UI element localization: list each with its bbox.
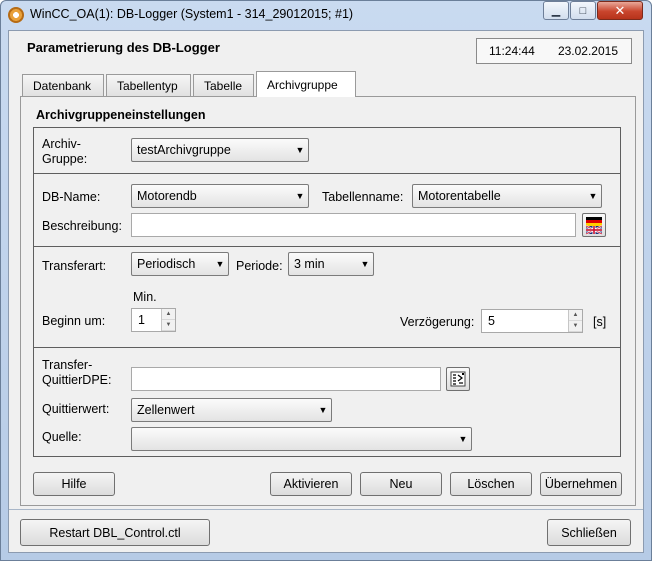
app-icon (8, 7, 24, 23)
language-button[interactable] (582, 213, 606, 237)
delete-button[interactable]: Löschen (450, 472, 532, 496)
transferart-select[interactable]: Periodisch ▼ (131, 252, 229, 276)
chevron-down-icon: ▼ (588, 191, 598, 201)
tabellenname-select[interactable]: Motorentabelle ▼ (412, 184, 602, 208)
spin-arrows[interactable]: ▲ ▼ (568, 310, 582, 332)
dpe-select-button[interactable] (446, 367, 470, 391)
quittierwert-select[interactable]: Zellenwert ▼ (131, 398, 332, 422)
tabellenname-value: Motorentabelle (418, 189, 501, 203)
chevron-down-icon: ▼ (360, 259, 370, 269)
page-title: Parametrierung des DB-Logger (27, 40, 220, 55)
archivgruppe-select[interactable]: testArchivgruppe ▼ (131, 138, 309, 162)
delete-button-label: Löschen (467, 477, 515, 491)
quittierdpe-input[interactable] (131, 367, 441, 391)
dbname-value: Motorendb (137, 189, 197, 203)
verzoegerung-spinbox[interactable]: 5 ▲ ▼ (481, 309, 583, 333)
new-button-label: Neu (389, 477, 413, 491)
spin-arrows[interactable]: ▲ ▼ (161, 309, 175, 331)
apply-button-label: Übernehmen (544, 477, 618, 491)
dp-selector-icon (450, 371, 466, 387)
tab-archivgruppe[interactable]: Archivgruppe (256, 71, 356, 97)
archivgruppe-group (33, 127, 621, 174)
tab-tabelle[interactable]: Tabelle (193, 74, 254, 96)
tab-label: Tabelle (204, 78, 243, 93)
help-button[interactable]: Hilfe (33, 472, 115, 496)
beginn-value: 1 (138, 313, 145, 327)
beschreibung-label: Beschreibung: (42, 219, 122, 233)
periode-select[interactable]: 3 min ▼ (288, 252, 374, 276)
verzoegerung-label: Verzögerung: (400, 315, 475, 329)
help-button-label: Hilfe (61, 477, 87, 491)
tab-label: Tabellentyp (117, 78, 178, 93)
seconds-unit-label: [s] (593, 315, 607, 329)
verzoegerung-value: 5 (488, 314, 495, 328)
tab-tabellentyp[interactable]: Tabellentyp (106, 74, 191, 96)
close-dialog-button-label: Schließen (561, 525, 617, 540)
time-value: 11:24:44 (489, 44, 535, 58)
archivgruppe-value: testArchivgruppe (137, 143, 231, 157)
minimize-icon: ▁ (551, 5, 561, 17)
beschreibung-input[interactable] (131, 213, 576, 237)
maximize-icon: □ (579, 4, 587, 17)
spin-down-icon[interactable]: ▼ (162, 320, 175, 331)
tab-label: Archivgruppe (267, 77, 338, 92)
chevron-down-icon: ▼ (318, 405, 328, 415)
quelle-label: Quelle: (42, 430, 82, 444)
datetime-display: 11:24:44 23.02.2015 (476, 38, 632, 64)
close-dialog-button[interactable]: Schließen (547, 519, 631, 546)
close-button[interactable]: ✕ (597, 1, 643, 20)
chevron-down-icon: ▼ (295, 191, 305, 201)
dbname-select[interactable]: Motorendb ▼ (131, 184, 309, 208)
activate-button-label: Aktivieren (283, 477, 339, 491)
transferart-value: Periodisch (137, 257, 196, 271)
periode-value: 3 min (294, 257, 325, 271)
activate-button[interactable]: Aktivieren (270, 472, 352, 496)
close-icon: ✕ (614, 2, 626, 18)
flag-icon (585, 217, 603, 235)
new-button[interactable]: Neu (360, 472, 442, 496)
tab-label: Datenbank (33, 78, 92, 93)
restart-control-button-label: Restart DBL_Control.ctl (49, 525, 181, 540)
chevron-down-icon: ▼ (458, 434, 468, 444)
spin-down-icon[interactable]: ▼ (569, 321, 582, 332)
transferart-label: Transferart: (42, 259, 107, 273)
transfer-quittierdpe-label: Transfer- QuittierDPE: (42, 358, 112, 387)
title-bar[interactable]: WinCC_OA(1): DB-Logger (System1 - 314_29… (0, 0, 652, 30)
chevron-down-icon: ▼ (215, 259, 225, 269)
quelle-select[interactable]: ▼ (131, 427, 472, 451)
window-title: WinCC_OA(1): DB-Logger (System1 - 314_29… (30, 7, 354, 21)
section-title: Archivgruppeneinstellungen (36, 108, 206, 122)
restart-control-button[interactable]: Restart DBL_Control.ctl (20, 519, 210, 546)
spin-up-icon[interactable]: ▲ (162, 309, 175, 320)
spin-up-icon[interactable]: ▲ (569, 310, 582, 321)
beginn-spinbox[interactable]: 1 ▲ ▼ (131, 308, 176, 332)
minimize-button[interactable]: ▁ (543, 1, 569, 20)
footer-divider (9, 509, 643, 510)
quittierwert-label: Quittierwert: (42, 402, 110, 416)
chevron-down-icon: ▼ (295, 145, 305, 155)
dbname-label: DB-Name: (42, 190, 101, 204)
tabellenname-label: Tabellenname: (322, 190, 404, 204)
periode-label: Periode: (236, 259, 283, 273)
quittierwert-value: Zellenwert (137, 403, 195, 417)
maximize-button[interactable]: □ (570, 1, 596, 20)
date-value: 23.02.2015 (557, 44, 618, 58)
minutes-label: Min. (133, 290, 157, 304)
beginn-label: Beginn um: (42, 314, 106, 328)
tab-datenbank[interactable]: Datenbank (22, 74, 104, 96)
archivgruppe-label: Archiv- Gruppe: (42, 137, 88, 166)
apply-button[interactable]: Übernehmen (540, 472, 622, 496)
